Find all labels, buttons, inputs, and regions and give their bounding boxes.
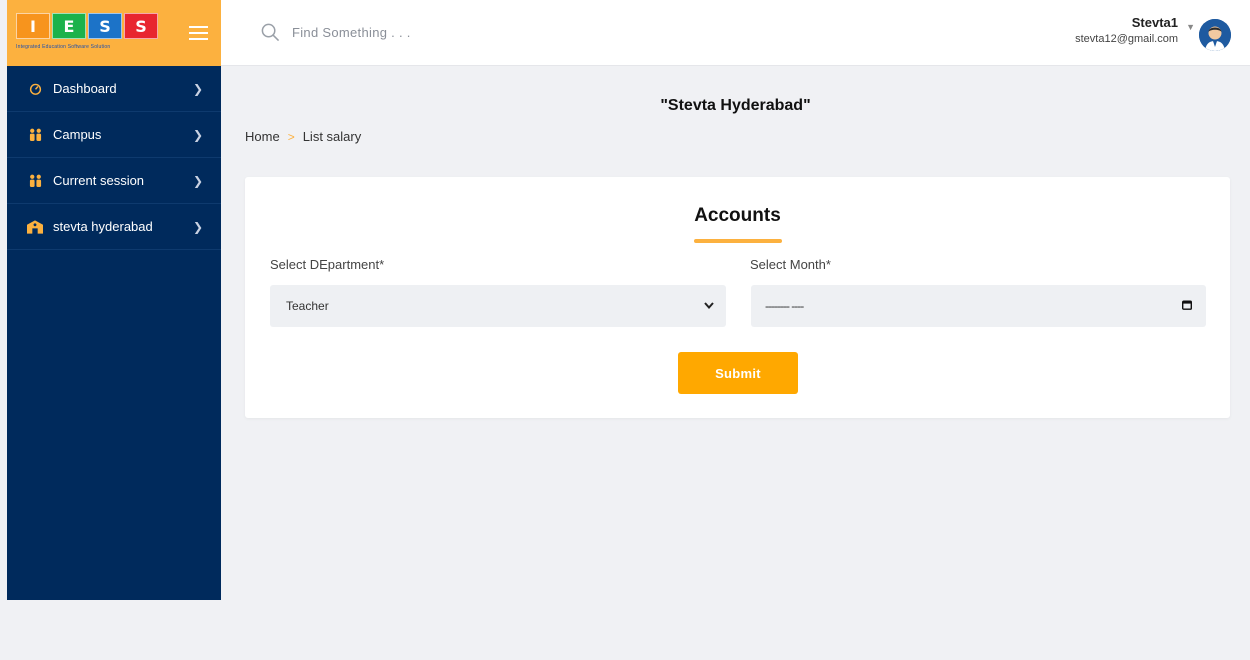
month-input[interactable]: -------- ---- xyxy=(751,285,1206,327)
school-icon xyxy=(27,219,43,234)
month-value: -------- ---- xyxy=(765,299,804,313)
search-icon xyxy=(261,23,280,42)
chevron-down-icon xyxy=(704,301,714,312)
department-select[interactable]: Teacher xyxy=(270,285,726,327)
chevron-down-icon[interactable]: ▼ xyxy=(1186,22,1195,32)
page-title: "Stevta Hyderabad" xyxy=(660,97,811,114)
sidebar-item-label: Current session xyxy=(53,173,145,188)
chevron-right-icon: ❯ xyxy=(192,81,203,96)
logo-letter: I xyxy=(16,13,50,39)
sidebar-item-label: stevta hyderabad xyxy=(53,219,153,234)
department-label: Select DEpartment* xyxy=(270,257,385,272)
sidebar-item-current-session[interactable]: Current session ❯ xyxy=(7,158,221,204)
breadcrumb-home[interactable]: Home xyxy=(245,129,280,144)
card-title: Accounts xyxy=(694,205,781,226)
people-icon xyxy=(27,128,43,141)
top-header: Stevta1 stevta12@gmail.com ▼ xyxy=(221,0,1250,66)
search-input[interactable] xyxy=(292,25,592,40)
sidebar-item-label: Dashboard xyxy=(53,81,117,96)
logo: I E S S xyxy=(16,13,158,39)
sidebar-item-campus[interactable]: Campus ❯ xyxy=(7,112,221,158)
chevron-right-icon: ❯ xyxy=(192,173,203,188)
logo-letter: E xyxy=(52,13,86,39)
sidebar-item-stevta-hyderabad[interactable]: stevta hyderabad ❯ xyxy=(7,204,221,250)
title-underline xyxy=(694,239,782,243)
department-value: Teacher xyxy=(286,299,329,313)
sidebar-item-dashboard[interactable]: Dashboard ❯ xyxy=(7,66,221,112)
logo-tagline: Integrated Education Software Solution xyxy=(16,44,111,50)
breadcrumb: Home > List salary xyxy=(245,129,361,144)
user-info[interactable]: Stevta1 stevta12@gmail.com xyxy=(1075,15,1178,45)
sidebar-item-label: Campus xyxy=(53,127,102,142)
user-name: Stevta1 xyxy=(1131,15,1178,30)
user-email: stevta12@gmail.com xyxy=(1075,33,1178,45)
logo-letter: S xyxy=(124,13,158,39)
month-label: Select Month* xyxy=(750,257,831,272)
avatar[interactable] xyxy=(1199,19,1231,51)
search-bar xyxy=(261,23,592,42)
hamburger-icon[interactable] xyxy=(189,26,208,42)
logo-letter: S xyxy=(88,13,122,39)
speedometer-icon xyxy=(27,82,43,95)
breadcrumb-separator: > xyxy=(287,129,295,144)
chevron-right-icon: ❯ xyxy=(192,219,203,234)
calendar-icon[interactable] xyxy=(1181,299,1193,313)
breadcrumb-current: List salary xyxy=(302,129,362,144)
sidebar: I E S S Integrated Education Software So… xyxy=(7,0,221,600)
chevron-right-icon: ❯ xyxy=(192,127,203,142)
submit-button[interactable]: Submit xyxy=(678,352,798,394)
accounts-card: Accounts Select DEpartment* Teacher Sele… xyxy=(245,177,1230,418)
people-icon xyxy=(27,174,43,187)
brand-header: I E S S Integrated Education Software So… xyxy=(7,0,221,66)
